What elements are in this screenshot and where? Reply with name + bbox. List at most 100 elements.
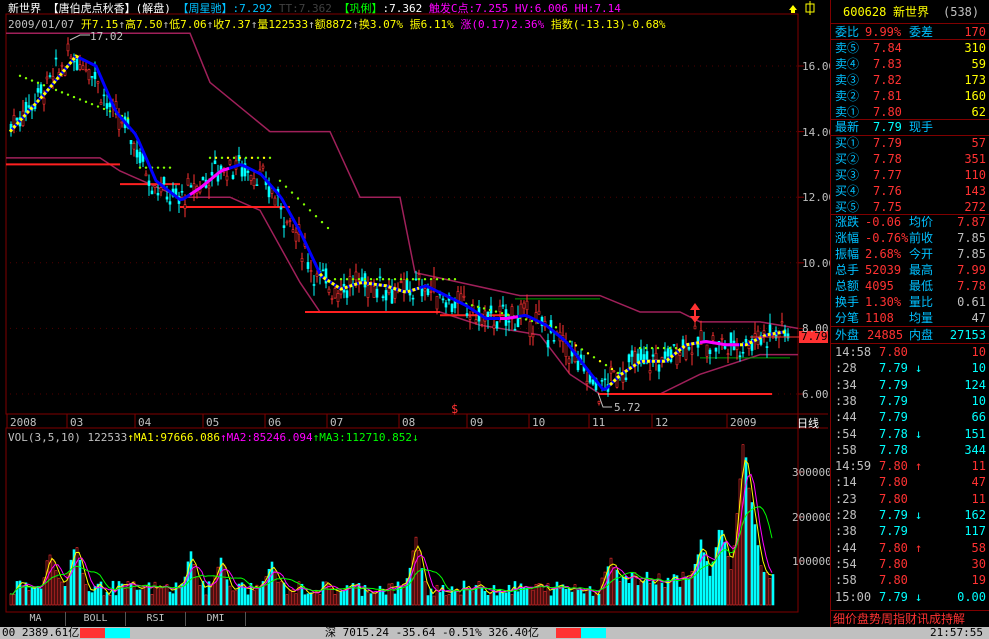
period-label[interactable]: 日线: [797, 415, 819, 431]
latest-value: 7.79: [873, 120, 902, 134]
stat-label: 最低: [909, 279, 934, 293]
stat-label: 总手: [835, 263, 860, 277]
buy-row: 买⑤ 7.75 272: [831, 199, 989, 215]
quote-panel: 600628 新世界 (538) 委比 9.99% 委差 170 卖⑤ 7.84 3…: [830, 0, 989, 639]
volume-tick-2: 100000: [792, 555, 832, 568]
tick-time: :28: [835, 361, 857, 376]
stat-row: 总手 52039 最高 7.99: [831, 262, 989, 278]
date-tick-3: 05: [206, 416, 220, 429]
tab-ma[interactable]: MA: [6, 612, 66, 626]
tick-price: 7.78: [879, 442, 908, 457]
stat-row: 总额 4095 最低 7.78: [831, 278, 989, 294]
tick-row: 14:59 7.80 ↑ 11: [831, 458, 989, 474]
tick-time: :44: [835, 540, 857, 555]
tick-row: :28 7.79 ↓ 10: [831, 360, 989, 376]
tab-dmi[interactable]: DMI: [186, 612, 246, 626]
weicha-value: 170: [964, 25, 986, 39]
date-tick-4: 06: [268, 416, 282, 429]
status-mid-blocks: [556, 628, 606, 638]
weibi-label: 委比: [835, 25, 860, 39]
tick-time: :54: [835, 426, 857, 441]
buy-volume: 110: [964, 168, 986, 182]
bar-change: 涨(0.17)2.36%: [460, 18, 545, 31]
sell-label: 卖⑤: [835, 41, 860, 55]
buy-price: 7.76: [873, 184, 902, 198]
stat-label: 前收: [909, 231, 934, 245]
tick-volume: 10: [971, 345, 986, 359]
inner-label: 内盘: [909, 328, 934, 342]
fullscreen-icon[interactable]: [805, 1, 815, 15]
tick-price: 7.78: [879, 426, 908, 441]
stat-value: 7.87: [957, 215, 986, 229]
tick-price: 7.80: [879, 475, 908, 490]
buy-label: 买④: [835, 184, 860, 198]
tab-rsi[interactable]: RSI: [126, 612, 186, 626]
date-tick-6: 08: [402, 416, 416, 429]
stat-value: -0.76%: [865, 231, 909, 245]
buy-volume: 143: [964, 184, 986, 198]
tick-price: 7.80: [879, 491, 908, 506]
sell-label: 卖③: [835, 73, 860, 87]
stat-value: 47: [971, 311, 986, 325]
weibi-row: 委比 9.99% 委差 170: [831, 24, 989, 40]
tab-boll[interactable]: BOLL: [66, 612, 126, 626]
stat-value: -0.06: [865, 215, 902, 229]
tick-price: 7.79: [879, 377, 908, 392]
kline-chart-area[interactable]: 新世界 【唐伯虎点秋香】(解盘) 【周星驰】:7.292 TT:7.362 【巩…: [0, 0, 835, 639]
bar-low: 低7.06: [169, 18, 207, 31]
stat-value: 7.85: [957, 231, 986, 245]
tick-row: :23 7.80 11: [831, 491, 989, 507]
indicator-header: 新世界 【唐伯虎点秋香】(解盘) 【周星驰】:7.292 TT:7.362 【巩…: [8, 2, 621, 15]
channel-lines: [6, 32, 799, 395]
tick-price: 7.79: [879, 524, 908, 539]
stat-value: 4095: [865, 279, 894, 293]
tick-row: :54 7.80 30: [831, 556, 989, 572]
tick-row: :28 7.79 ↓ 162: [831, 507, 989, 523]
stat-value: 7.78: [957, 279, 986, 293]
stat-row: 分笔 1108 均量 47: [831, 310, 989, 326]
sell-volume: 62: [971, 105, 986, 119]
indicator-tabs: MA BOLL RSI DMI: [0, 612, 828, 626]
tick-volume: 30: [971, 556, 986, 571]
kline-svg[interactable]: [0, 0, 828, 639]
tick-row: :38 7.79 117: [831, 523, 989, 539]
low-marker: 5.72: [614, 401, 641, 414]
buy-price: 7.79: [873, 136, 902, 150]
tick-price: 7.80: [879, 459, 908, 474]
tick-volume: 11: [971, 459, 986, 474]
date-tick-5: 07: [330, 416, 344, 429]
volume-bars: [9, 444, 775, 606]
buy-price: 7.77: [873, 168, 902, 182]
volume-header: VOL(3,5,10) 122533↑MA1:97666.086↑MA2:852…: [8, 431, 419, 444]
stock-rank: (538): [943, 5, 980, 19]
tick-row: :14 7.80 47: [831, 474, 989, 490]
bar-amplitude: 振6.11%: [409, 18, 454, 31]
quote-title: 600628 新世界 (538): [831, 4, 989, 20]
sell-price: 7.81: [873, 89, 902, 103]
buy-price: 7.78: [873, 152, 902, 166]
buy-volume: 272: [964, 200, 986, 214]
high-marker: 17.02: [90, 30, 124, 43]
tick-row: :54 7.78 ↓ 151: [831, 426, 989, 442]
tick-time: :58: [835, 442, 857, 457]
tick-time: :54: [835, 556, 857, 571]
tick-volume: 344: [964, 442, 986, 457]
up-down-arrow-icon[interactable]: [690, 303, 700, 323]
panel-tabs[interactable]: 细价盘势周指财讯成持解: [833, 611, 965, 627]
tick-time: :38: [835, 393, 857, 408]
stat-value: 0.61: [957, 295, 986, 309]
volume-tick-1: 200000: [792, 511, 832, 524]
tick-time: :58: [835, 573, 857, 588]
stat-row: 涨幅 -0.76% 前收 7.85: [831, 230, 989, 246]
tick-volume: 162: [964, 508, 986, 522]
tick-price: 7.79: [879, 508, 908, 522]
sell-row: 卖③ 7.82 173: [831, 72, 989, 88]
buy-volume: 351: [964, 152, 986, 166]
stat-value: 1.30%: [865, 295, 902, 309]
buy-label: 买⑤: [835, 200, 860, 214]
tick-row: :58 7.80 19: [831, 572, 989, 588]
tick-time: 14:58: [835, 345, 872, 359]
indicator-name: 【唐伯虎点秋香】(解盘): [47, 2, 171, 15]
latest-label: 最新: [835, 120, 860, 134]
scroll-up-down-icon[interactable]: [789, 5, 797, 13]
